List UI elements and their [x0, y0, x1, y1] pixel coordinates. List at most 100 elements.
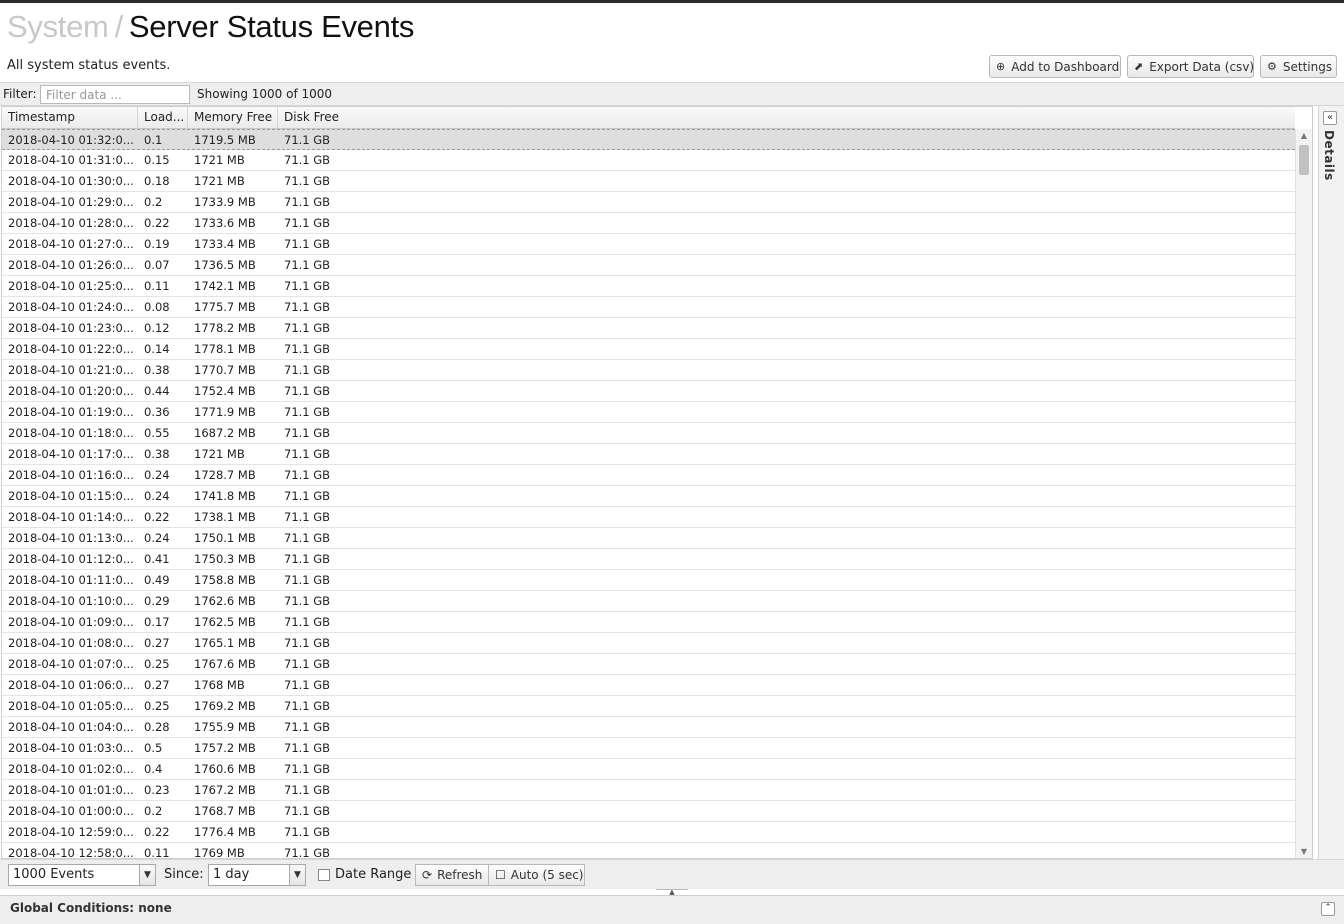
column-header-memory-free[interactable]: Memory Free — [188, 107, 278, 129]
since-select[interactable]: 1 day ▼ — [208, 864, 306, 886]
filter-input[interactable] — [40, 85, 190, 104]
column-header-disk-free[interactable]: Disk Free — [278, 107, 358, 129]
cell-memory-free: 1769 MB — [194, 846, 245, 859]
cell-timestamp: 2018-04-10 01:00:0... — [8, 804, 134, 818]
table-row[interactable]: 2018-04-10 01:31:0... 0.15 1721 MB 71.1 GB — [2, 150, 1295, 171]
cell-timestamp: 2018-04-10 01:16:0... — [8, 468, 134, 482]
cell-timestamp: 2018-04-10 12:59:0... — [8, 825, 134, 839]
table-row[interactable]: 2018-04-10 01:14:0... 0.22 1738.1 MB 71.1 G… — [2, 507, 1295, 528]
table-row[interactable]: 2018-04-10 01:30:0... 0.18 1721 MB 71.1 GB — [2, 171, 1295, 192]
add-to-dashboard-button[interactable]: ⊕ Add to Dashboard — [989, 55, 1121, 78]
table-row[interactable]: 2018-04-10 01:09:0... 0.17 1762.5 MB 71.1 G… — [2, 612, 1295, 633]
table-scrollbar[interactable]: ▲ ▼ — [1295, 129, 1312, 858]
add-to-dashboard-label: Add to Dashboard — [1011, 59, 1120, 74]
table-row[interactable]: 2018-04-10 01:21:0... 0.38 1770.7 MB 71.1 G… — [2, 360, 1295, 381]
table-row[interactable]: 2018-04-10 01:22:0... 0.14 1778.1 MB 71.1 G… — [2, 339, 1295, 360]
scroll-down-icon[interactable]: ▼ — [1296, 845, 1312, 858]
details-expand-icon[interactable]: « — [1323, 111, 1337, 125]
cell-timestamp: 2018-04-10 01:19:0... — [8, 405, 134, 419]
settings-button[interactable]: ⚙ Settings — [1260, 55, 1337, 78]
cell-memory-free: 1769.2 MB — [194, 699, 256, 713]
date-range-label[interactable]: Date Range — [335, 867, 411, 882]
cell-timestamp: 2018-04-10 01:06:0... — [8, 678, 134, 692]
table-row[interactable]: 2018-04-10 01:18:0... 0.55 1687.2 MB 71.1 G… — [2, 423, 1295, 444]
cell-disk-free: 71.1 GB — [284, 531, 331, 545]
cell-disk-free: 71.1 GB — [284, 133, 331, 147]
global-conditions-text: Global Conditions: none — [10, 901, 172, 915]
table-row[interactable]: 2018-04-10 01:11:0... 0.49 1758.8 MB 71.1 G… — [2, 570, 1295, 591]
cell-memory-free: 1755.9 MB — [194, 720, 256, 734]
table-row[interactable]: 2018-04-10 01:25:0... 0.11 1742.1 MB 71.1 G… — [2, 276, 1295, 297]
table-row[interactable]: 2018-04-10 01:01:0... 0.23 1767.2 MB 71.1 G… — [2, 780, 1295, 801]
cell-timestamp: 2018-04-10 01:13:0... — [8, 531, 134, 545]
date-range-checkbox[interactable] — [318, 869, 330, 881]
table-row[interactable]: 2018-04-10 01:17:0... 0.38 1721 MB 71.1 GB — [2, 444, 1295, 465]
cell-disk-free: 71.1 GB — [284, 762, 331, 776]
cell-disk-free: 71.1 GB — [284, 342, 331, 356]
cell-disk-free: 71.1 GB — [284, 468, 331, 482]
table-row[interactable]: 2018-04-10 01:15:0... 0.24 1741.8 MB 71.1 G… — [2, 486, 1295, 507]
cell-memory-free: 1738.1 MB — [194, 510, 256, 524]
table-row[interactable]: 2018-04-10 01:20:0... 0.44 1752.4 MB 71.1 G… — [2, 381, 1295, 402]
table-row[interactable]: 2018-04-10 12:58:0... 0.11 1769 MB 71.1 GB — [2, 843, 1295, 859]
cell-load: 0.18 — [144, 174, 170, 188]
cell-load: 0.24 — [144, 531, 170, 545]
cell-disk-free: 71.1 GB — [284, 237, 331, 251]
table-row[interactable]: 2018-04-10 01:29:0... 0.2 1733.9 MB 71.1 GB — [2, 192, 1295, 213]
auto-refresh-toggle[interactable]: ☐ Auto (5 sec) — [488, 864, 585, 886]
cell-memory-free: 1778.2 MB — [194, 321, 256, 335]
cell-disk-free: 71.1 GB — [284, 699, 331, 713]
global-conditions-bar: Global Conditions: none ⌃ — [0, 895, 1344, 924]
table-row[interactable]: 2018-04-10 01:19:0... 0.36 1771.9 MB 71.1 G… — [2, 402, 1295, 423]
expand-up-icon[interactable]: ⌃ — [1321, 902, 1335, 916]
cell-timestamp: 2018-04-10 01:29:0... — [8, 195, 134, 209]
refresh-button[interactable]: ⟳ Refresh — [415, 864, 489, 886]
table-row[interactable]: 2018-04-10 12:59:0... 0.22 1776.4 MB 71.1 G… — [2, 822, 1295, 843]
table-row[interactable]: 2018-04-10 01:07:0... 0.25 1767.6 MB 71.1 G… — [2, 654, 1295, 675]
table-row[interactable]: 2018-04-10 01:04:0... 0.28 1755.9 MB 71.1 G… — [2, 717, 1295, 738]
table-row[interactable]: 2018-04-10 01:16:0... 0.24 1728.7 MB 71.1 G… — [2, 465, 1295, 486]
cell-disk-free: 71.1 GB — [284, 489, 331, 503]
scroll-up-icon[interactable]: ▲ — [1296, 129, 1312, 143]
cell-load: 0.08 — [144, 300, 170, 314]
table-header: Timestamp Load... Memory Free Disk Free — [2, 107, 1295, 129]
table-row[interactable]: 2018-04-10 01:26:0... 0.07 1736.5 MB 71.1 G… — [2, 255, 1295, 276]
table-row[interactable]: 2018-04-10 01:12:0... 0.41 1750.3 MB 71.1 G… — [2, 549, 1295, 570]
cell-load: 0.22 — [144, 216, 170, 230]
table-row[interactable]: 2018-04-10 01:06:0... 0.27 1768 MB 71.1 GB — [2, 675, 1295, 696]
cell-disk-free: 71.1 GB — [284, 405, 331, 419]
table-row[interactable]: 2018-04-10 01:28:0... 0.22 1733.6 MB 71.1 G… — [2, 213, 1295, 234]
cell-disk-free: 71.1 GB — [284, 552, 331, 566]
events-count-select[interactable]: 1000 Events ▼ — [8, 864, 156, 886]
table-row[interactable]: 2018-04-10 01:24:0... 0.08 1775.7 MB 71.1 G… — [2, 297, 1295, 318]
column-header-load[interactable]: Load... — [138, 107, 188, 129]
table-row[interactable]: 2018-04-10 01:08:0... 0.27 1765.1 MB 71.1 G… — [2, 633, 1295, 654]
cell-memory-free: 1733.4 MB — [194, 237, 256, 251]
table-row[interactable]: 2018-04-10 01:32:0... 0.1 1719.5 MB 71.1 GB — [2, 129, 1295, 150]
table-row[interactable]: 2018-04-10 01:10:0... 0.29 1762.6 MB 71.1 G… — [2, 591, 1295, 612]
cell-disk-free: 71.1 GB — [284, 636, 331, 650]
table-row[interactable]: 2018-04-10 01:05:0... 0.25 1769.2 MB 71.1 G… — [2, 696, 1295, 717]
cell-load: 0.11 — [144, 279, 170, 293]
table-row[interactable]: 2018-04-10 01:13:0... 0.24 1750.1 MB 71.1 G… — [2, 528, 1295, 549]
table-row[interactable]: 2018-04-10 01:03:0... 0.5 1757.2 MB 71.1 GB — [2, 738, 1295, 759]
export-data-button[interactable]: ⬈ Export Data (csv) — [1127, 55, 1254, 78]
cell-timestamp: 2018-04-10 01:07:0... — [8, 657, 134, 671]
details-label[interactable]: Details — [1322, 130, 1336, 181]
details-panel[interactable]: « Details — [1318, 106, 1344, 859]
cell-timestamp: 2018-04-10 01:11:0... — [8, 573, 134, 587]
breadcrumb-system[interactable]: System — [7, 9, 109, 44]
column-header-timestamp[interactable]: Timestamp — [2, 107, 138, 129]
table-row[interactable]: 2018-04-10 01:27:0... 0.19 1733.4 MB 71.1 G… — [2, 234, 1295, 255]
scrollbar-thumb[interactable] — [1299, 145, 1309, 175]
cell-load: 0.11 — [144, 846, 170, 859]
table-row[interactable]: 2018-04-10 01:23:0... 0.12 1778.2 MB 71.1 G… — [2, 318, 1295, 339]
table-row[interactable]: 2018-04-10 01:02:0... 0.4 1760.6 MB 71.1 GB — [2, 759, 1295, 780]
cell-load: 0.49 — [144, 573, 170, 587]
cell-memory-free: 1728.7 MB — [194, 468, 256, 482]
events-count-value: 1000 Events — [13, 867, 95, 882]
cell-disk-free: 71.1 GB — [284, 447, 331, 461]
table-row[interactable]: 2018-04-10 01:00:0... 0.2 1768.7 MB 71.1 GB — [2, 801, 1295, 822]
cell-load: 0.41 — [144, 552, 170, 566]
cell-load: 0.17 — [144, 615, 170, 629]
